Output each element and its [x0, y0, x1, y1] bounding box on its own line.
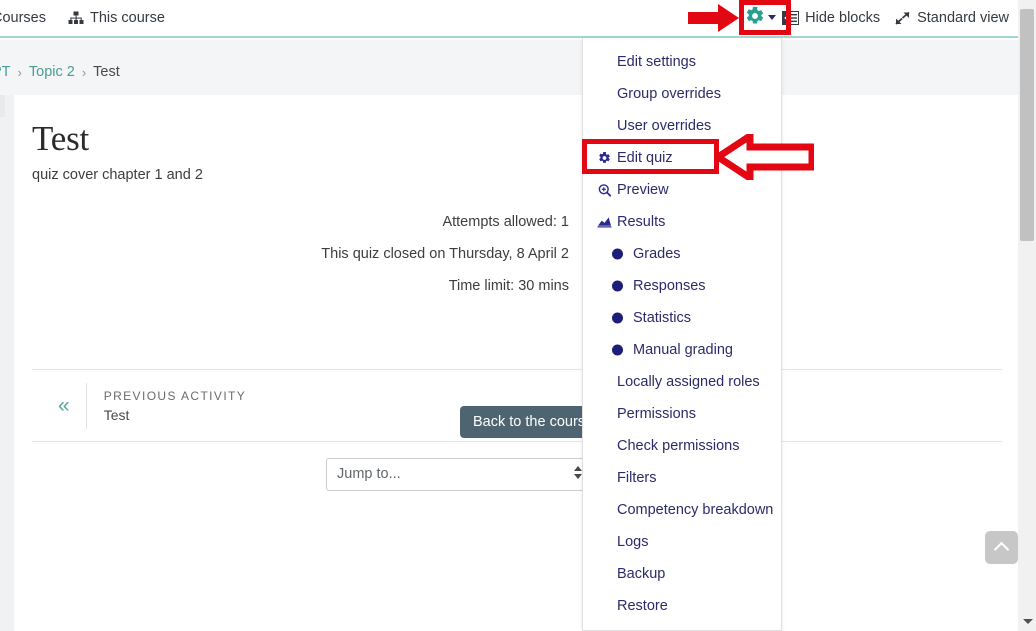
- previous-activity-name: Test: [103, 406, 130, 423]
- scrollbar-arrow-down-icon[interactable]: [1023, 619, 1033, 624]
- attempts-allowed-text: Attempts allowed: 1: [442, 214, 569, 230]
- jump-to-value: Jump to...: [337, 466, 401, 482]
- menu-item-label: Statistics: [633, 310, 692, 326]
- jump-to-select[interactable]: Jump to...: [326, 457, 592, 491]
- gear-icon: [745, 6, 765, 26]
- breadcrumb-separator: ›: [81, 64, 87, 80]
- menu-item-filters[interactable]: Filters: [583, 462, 781, 494]
- hide-blocks-icon: [782, 11, 800, 25]
- nav-courses-label: Courses: [0, 10, 46, 26]
- scroll-to-top-button[interactable]: [985, 531, 1018, 564]
- menu-item-label: Edit quiz: [617, 150, 673, 166]
- jump-to-row: Jump to...: [32, 443, 1002, 505]
- hide-blocks-button[interactable]: Hide blocks: [782, 10, 880, 26]
- standard-view-label: Standard view: [917, 10, 1009, 26]
- top-navbar: Courses This course: [0, 0, 1018, 38]
- dot-icon: [610, 247, 625, 262]
- navbar-left-group: Courses This course: [0, 0, 165, 36]
- menu-item-responses[interactable]: Responses: [583, 270, 781, 302]
- activity-navigation: « PREVIOUS ACTIVITY Test: [32, 369, 1002, 442]
- menu-item-label: Check permissions: [617, 438, 740, 454]
- menu-item-label: Restore: [617, 598, 668, 614]
- menu-item-edit-quiz[interactable]: Edit quiz: [583, 142, 781, 174]
- standard-view-button[interactable]: Standard view: [894, 10, 1009, 26]
- menu-item-manual-grading[interactable]: Manual grading: [583, 334, 781, 366]
- scrollbar-thumb[interactable]: [1020, 9, 1034, 241]
- menu-item-label: Backup: [617, 566, 666, 582]
- time-limit-text: Time limit: 30 mins: [448, 278, 569, 294]
- page-viewport: Courses This course: [0, 0, 1018, 631]
- menu-item-restore[interactable]: Restore: [583, 590, 781, 622]
- menu-item-logs[interactable]: Logs: [583, 526, 781, 558]
- menu-item-permissions[interactable]: Permissions: [583, 398, 781, 430]
- quiz-intro-text: quiz cover chapter 1 and 2: [32, 167, 203, 183]
- menu-item-label: Grades: [633, 246, 681, 262]
- menu-item-check-permissions[interactable]: Check permissions: [583, 430, 781, 462]
- chevron-up-icon: [993, 541, 1010, 558]
- left-page-gutter: [0, 95, 14, 631]
- select-arrows-icon: [574, 465, 582, 479]
- nav-item-courses[interactable]: Courses: [0, 10, 46, 26]
- gear-icon: [597, 151, 612, 166]
- breadcrumb: PT › Topic 2 › Test: [0, 64, 120, 80]
- breadcrumb-item-pt[interactable]: PT: [0, 64, 11, 80]
- dot-icon: [610, 343, 625, 358]
- menu-item-locally-assigned-roles[interactable]: Locally assigned roles: [583, 366, 781, 398]
- browser-scrollbar[interactable]: [1018, 0, 1036, 631]
- breadcrumb-item-test: Test: [93, 64, 120, 80]
- menu-item-results[interactable]: Results: [583, 206, 781, 238]
- menu-item-label: Group overrides: [617, 86, 721, 102]
- standard-view-icon: [894, 11, 911, 26]
- menu-item-group-overrides[interactable]: Group overrides: [583, 78, 781, 110]
- menu-item-label: Manual grading: [633, 342, 733, 358]
- nav-this-course-label: This course: [90, 10, 165, 26]
- previous-activity-block[interactable]: PREVIOUS ACTIVITY Test: [85, 382, 247, 429]
- nav-item-this-course[interactable]: This course: [68, 10, 165, 26]
- search-plus-icon: [597, 183, 612, 198]
- menu-item-label: Competency breakdown: [617, 502, 774, 518]
- menu-item-label: Preview: [617, 182, 669, 198]
- quiz-content-card: Test quiz cover chapter 1 and 2 Attempts…: [14, 97, 1018, 631]
- menu-item-label: Locally assigned roles: [617, 374, 760, 390]
- menu-item-label: User overrides: [617, 118, 712, 134]
- breadcrumb-separator: ›: [17, 64, 22, 80]
- gear-dropdown-menu[interactable]: Edit settings Group overrides User overr…: [582, 38, 782, 631]
- menu-item-label: Filters: [617, 470, 657, 486]
- page-title: Test: [32, 119, 90, 158]
- menu-item-label: Edit settings: [617, 54, 696, 70]
- dot-icon: [610, 311, 625, 326]
- navbar-right-group: Hide blocks Standard view: [782, 0, 1009, 36]
- menu-item-label: Responses: [633, 278, 706, 294]
- menu-item-statistics[interactable]: Statistics: [583, 302, 781, 334]
- menu-item-edit-settings[interactable]: Edit settings: [583, 46, 781, 78]
- breadcrumb-item-topic-2[interactable]: Topic 2: [29, 64, 75, 80]
- left-gutter-accent: [0, 95, 5, 117]
- previous-activity-chevron-icon[interactable]: «: [58, 395, 70, 416]
- dot-icon: [610, 279, 625, 294]
- previous-activity-label: PREVIOUS ACTIVITY: [103, 388, 247, 403]
- gear-dropdown-toggle[interactable]: [745, 6, 776, 26]
- menu-item-label: Logs: [617, 534, 649, 550]
- menu-item-competency-breakdown[interactable]: Competency breakdown: [583, 494, 781, 526]
- menu-item-label: Results: [617, 214, 666, 230]
- sitemap-icon: [68, 11, 84, 25]
- chart-icon: [597, 215, 612, 230]
- chevron-down-icon: [768, 15, 776, 20]
- menu-item-user-overrides[interactable]: User overrides: [583, 110, 781, 142]
- menu-item-backup[interactable]: Backup: [583, 558, 781, 590]
- quiz-closed-text: This quiz closed on Thursday, 8 April 2: [321, 246, 569, 262]
- hide-blocks-label: Hide blocks: [805, 10, 881, 26]
- menu-item-label: Permissions: [617, 406, 696, 422]
- menu-item-grades[interactable]: Grades: [583, 238, 781, 270]
- breadcrumb-bar: PT › Topic 2 › Test: [0, 40, 1018, 95]
- menu-item-preview[interactable]: Preview: [583, 174, 781, 206]
- menu-item-question-bank[interactable]: Question bank: [583, 622, 781, 630]
